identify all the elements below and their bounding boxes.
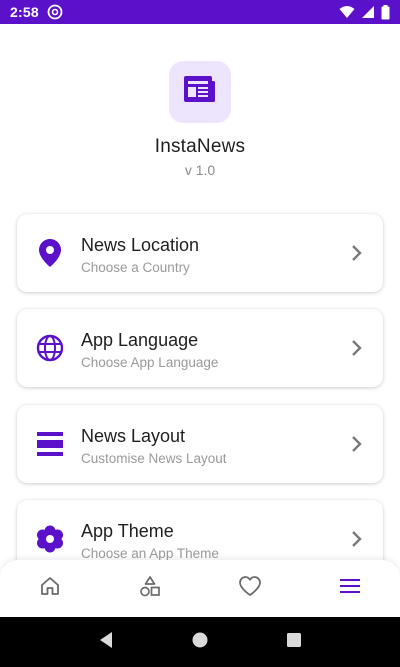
categories-icon — [139, 575, 161, 602]
home-circle-icon[interactable] — [191, 631, 209, 654]
layout-icon — [35, 429, 65, 459]
signal-icon — [361, 5, 375, 19]
chevron-right-icon — [349, 434, 365, 454]
location-pin-icon — [35, 238, 65, 268]
heart-icon — [238, 575, 262, 602]
settings-item-subtitle: Choose an App Theme — [81, 546, 219, 561]
app-logo — [169, 61, 231, 123]
settings-item-subtitle: Customise News Layout — [81, 451, 227, 466]
wifi-icon — [339, 5, 355, 19]
nav-home[interactable] — [0, 560, 100, 617]
settings-item-subtitle: Choose App Language — [81, 355, 219, 370]
battery-icon — [381, 4, 390, 20]
home-icon — [39, 575, 61, 602]
settings-item-title: News Layout — [81, 426, 186, 446]
app-version: v 1.0 — [184, 162, 216, 178]
settings-item-title: App Theme — [81, 521, 174, 541]
system-navigation-bar — [0, 617, 400, 667]
settings-item-title: News Location — [81, 235, 200, 255]
chevron-right-icon — [349, 338, 365, 358]
nav-favorites[interactable] — [200, 560, 300, 617]
app-name: InstaNews — [154, 136, 246, 157]
recents-icon[interactable] — [286, 632, 302, 653]
newspaper-icon — [184, 75, 216, 109]
globe-icon — [35, 333, 65, 363]
status-time: 2:58 — [10, 4, 39, 20]
flower-icon — [35, 524, 65, 554]
at-sign-icon — [47, 4, 63, 20]
bottom-navigation — [0, 560, 400, 617]
chevron-right-icon — [349, 529, 365, 549]
status-bar: 2:58 — [0, 0, 400, 24]
chevron-right-icon — [349, 243, 365, 263]
menu-icon — [339, 577, 361, 600]
back-icon[interactable] — [98, 631, 114, 654]
settings-item-news-location[interactable]: News Location Choose a Country — [17, 214, 383, 292]
settings-item-app-language[interactable]: App Language Choose App Language — [17, 309, 383, 387]
settings-item-subtitle: Choose a Country — [81, 260, 190, 275]
settings-item-news-layout[interactable]: News Layout Customise News Layout — [17, 405, 383, 483]
settings-item-title: App Language — [81, 330, 199, 350]
settings-screen: 2:58 InstaNews v 1.0 News Location Choos… — [0, 0, 400, 667]
nav-categories[interactable] — [100, 560, 200, 617]
nav-menu[interactable] — [300, 560, 400, 617]
